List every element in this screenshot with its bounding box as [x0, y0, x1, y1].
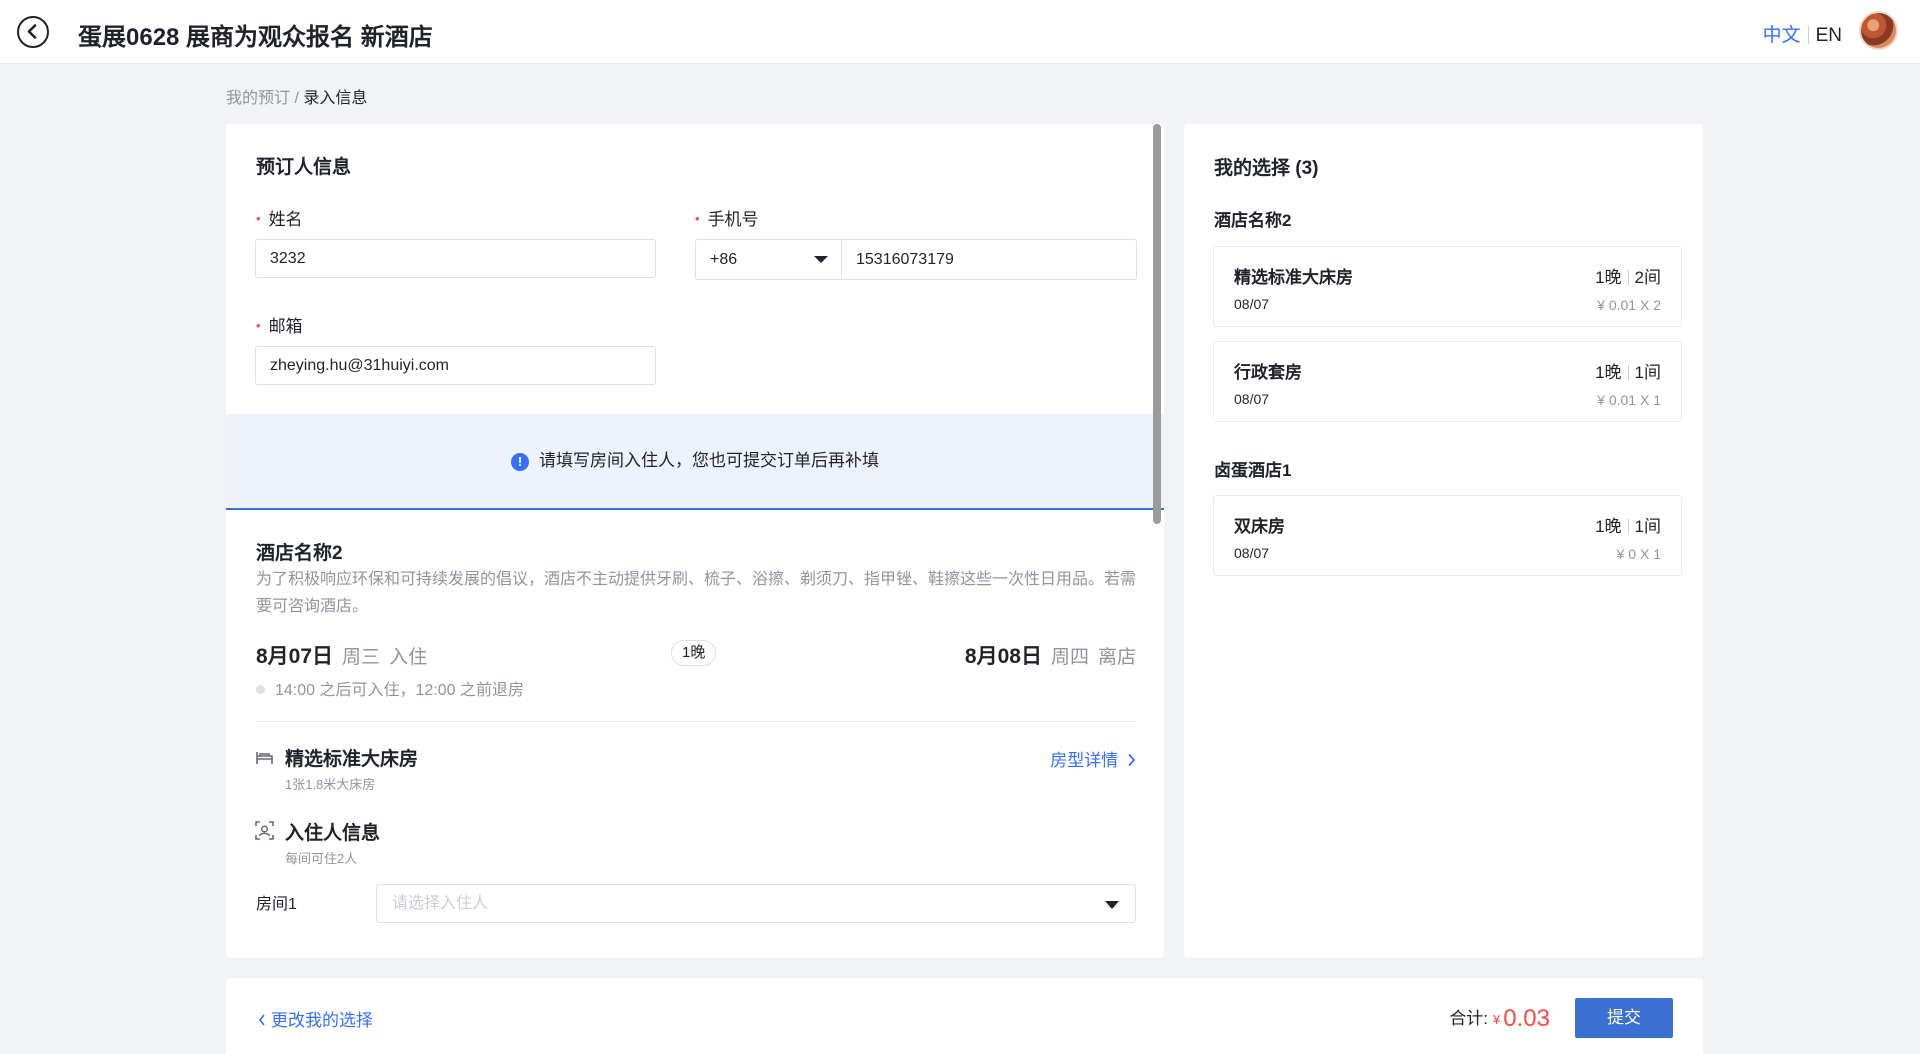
nights-badge: 1晚	[671, 640, 717, 666]
selection-room-date: 08/07	[1234, 391, 1270, 407]
required-mark: •	[695, 211, 700, 226]
back-button[interactable]	[17, 16, 49, 48]
selection-room-card: 精选标准大床房 1晚 2间 08/07 ¥ 0.01 X 2	[1213, 246, 1682, 327]
room-bed-info: 1张1.8米大床房	[285, 777, 376, 792]
selection-room-price: ¥ 0.01 X 2	[1597, 297, 1661, 313]
room1-guest-select[interactable]: 请选择入住人	[376, 884, 1136, 923]
chevron-down-icon	[1105, 901, 1119, 909]
chevron-right-icon	[1123, 751, 1136, 770]
guest-notice-banner: ! 请填写房间入住人，您也可提交订单后再补填	[226, 414, 1164, 510]
selection-hotel-name: 酒店名称2	[1214, 211, 1292, 230]
selection-room-name: 精选标准大床房	[1234, 268, 1353, 287]
email-input[interactable]: zheying.hu@31huiyi.com	[255, 346, 656, 385]
breadcrumb-current: 录入信息	[303, 90, 368, 107]
divider	[256, 721, 1136, 722]
bottom-action-bar: 更改我的选择 合计: ¥0.03 提交	[226, 978, 1703, 1054]
selection-title: 我的选择 (3)	[1214, 158, 1319, 179]
selection-room-name: 双床房	[1234, 517, 1285, 536]
selection-room-card: 双床房 1晚 1间 08/07 ¥ 0 X 1	[1213, 495, 1682, 576]
breadcrumb: 我的预订 / 录入信息	[226, 84, 367, 108]
checkout-date: 8月08日 周四 离店	[964, 645, 1136, 668]
selection-room-name: 行政套房	[1234, 363, 1302, 382]
checkin-weekday: 周三	[342, 647, 381, 668]
notice-text: 请填写房间入住人，您也可提交订单后再补填	[539, 451, 879, 470]
user-avatar[interactable]	[1859, 11, 1898, 50]
checkin-label: 入住	[389, 647, 428, 668]
bullet-dot-icon	[256, 685, 265, 694]
total-amount: 0.03	[1503, 1005, 1550, 1032]
chevron-down-icon	[814, 256, 828, 263]
name-label: • 姓名	[256, 210, 303, 229]
selection-room-qty: 1晚 1间	[1595, 363, 1661, 382]
selection-room-card: 行政套房 1晚 1间 08/07 ¥ 0.01 X 1	[1213, 341, 1682, 422]
booker-section-title: 预订人信息	[256, 157, 352, 178]
required-mark: •	[256, 318, 261, 333]
booker-info-card: 预订人信息 • 姓名 3232 • 手机号 +86 15316073179 • 邮箱 …	[226, 124, 1164, 414]
room-type-name: 精选标准大床房	[285, 749, 419, 770]
chevron-left-icon	[258, 1011, 271, 1030]
checkin-date: 8月07日 周三 入住	[256, 645, 428, 668]
time-policy: 14:00 之后可入住，12:00 之前退房	[256, 676, 524, 700]
selection-hotel-name: 卤蛋酒店1	[1214, 461, 1292, 480]
submit-button[interactable]: 提交	[1575, 998, 1673, 1038]
scrollbar-thumb[interactable]	[1153, 124, 1161, 524]
breadcrumb-separator: /	[294, 90, 299, 107]
lang-en-option[interactable]: EN	[1816, 25, 1842, 46]
bed-icon	[255, 748, 274, 767]
selection-room-price: ¥ 0 X 1	[1616, 546, 1661, 562]
order-total: 合计: ¥0.03	[1449, 1004, 1550, 1033]
required-mark: •	[256, 211, 261, 226]
hotel-description: 为了积极响应环保和可持续发展的倡议，酒店不主动提供牙刷、梳子、浴擦、剃须刀、指甲…	[256, 571, 1137, 615]
info-icon: !	[511, 453, 529, 471]
phone-input[interactable]: 15316073179	[841, 239, 1137, 280]
selection-room-price: ¥ 0.01 X 1	[1597, 392, 1661, 408]
hotel-name: 酒店名称2	[256, 543, 343, 564]
checkout-label: 离店	[1097, 647, 1136, 668]
top-bar: 蛋展0628 展商为观众报名 新酒店 中文 EN	[0, 0, 1920, 64]
selection-room-qty: 1晚 2间	[1595, 268, 1661, 287]
booking-form-column: 预订人信息 • 姓名 3232 • 手机号 +86 15316073179 • 邮箱 …	[226, 124, 1164, 958]
total-label: 合计:	[1449, 1009, 1489, 1028]
language-switch: 中文 EN	[1763, 20, 1842, 47]
hotel-detail-card: 酒店名称2 为了积极响应环保和可持续发展的倡议，酒店不主动提供牙刷、梳子、浴擦、…	[226, 510, 1164, 958]
phone-country-code-select[interactable]: +86	[695, 239, 842, 280]
email-label: • 邮箱	[256, 317, 303, 336]
guest-capacity: 每间可住2人	[285, 851, 358, 866]
name-input[interactable]: 3232	[255, 239, 656, 278]
my-selection-panel: 我的选择 (3) 酒店名称2 精选标准大床房 1晚 2间 08/07 ¥ 0.01…	[1184, 124, 1703, 958]
phone-label: • 手机号	[695, 210, 759, 229]
page-title: 蛋展0628 展商为观众报名 新酒店	[78, 24, 433, 51]
currency-symbol: ¥	[1493, 1012, 1501, 1027]
room-detail-link[interactable]: 房型详情	[1050, 746, 1136, 771]
selection-room-qty: 1晚 1间	[1595, 517, 1661, 536]
selection-room-date: 08/07	[1234, 545, 1270, 561]
lang-divider	[1807, 26, 1809, 44]
lang-zh-option[interactable]: 中文	[1763, 25, 1801, 46]
guest-scan-icon	[255, 821, 274, 840]
guest-info-title: 入住人信息	[285, 823, 381, 844]
checkout-weekday: 周四	[1050, 647, 1089, 668]
breadcrumb-my-bookings[interactable]: 我的预订	[226, 90, 290, 107]
selection-room-date: 08/07	[1234, 296, 1270, 312]
room1-label: 房间1	[256, 896, 297, 913]
change-selection-link[interactable]: 更改我的选择	[258, 1006, 373, 1031]
